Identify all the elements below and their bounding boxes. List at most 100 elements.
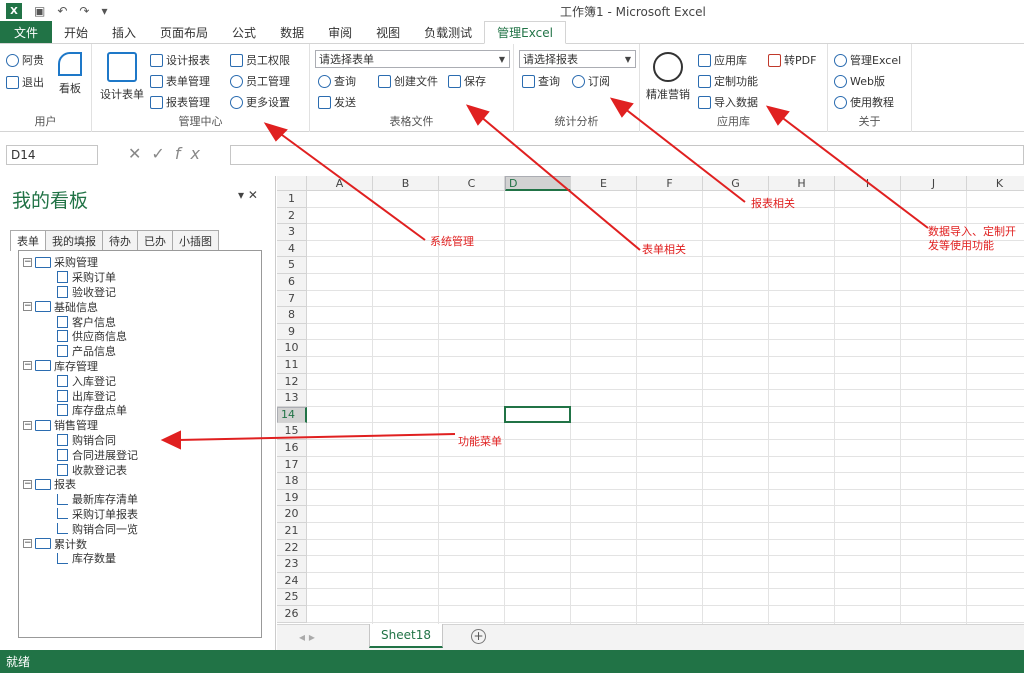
report-query-button[interactable]: 查询	[522, 73, 560, 89]
row-header[interactable]: 11	[277, 357, 307, 374]
customize-chevron-icon[interactable]: ▾	[101, 4, 107, 18]
tree-item[interactable]: 客户信息	[19, 314, 261, 329]
form-select[interactable]: 请选择表单 ▼	[315, 50, 510, 68]
row-header[interactable]: 24	[277, 572, 307, 590]
collapse-icon[interactable]: −	[23, 257, 32, 267]
collapse-icon[interactable]: −	[23, 539, 32, 549]
undo-icon[interactable]: ↶	[57, 4, 67, 18]
row-header[interactable]: 3	[277, 224, 307, 241]
design-report-button[interactable]: 设计报表	[150, 52, 210, 68]
tab-file[interactable]: 文件	[0, 21, 52, 43]
collapse-icon[interactable]: −	[23, 361, 32, 371]
tab-home[interactable]: 开始	[52, 21, 100, 43]
tab-manage-excel[interactable]: 管理Excel	[484, 21, 566, 44]
row-header[interactable]: 23	[277, 556, 307, 573]
tree-group[interactable]: − 累计数	[19, 536, 261, 551]
manage-excel-button[interactable]: 管理Excel	[834, 52, 901, 68]
row-header[interactable]: 19	[277, 489, 307, 507]
to-pdf-button[interactable]: 转PDF	[768, 52, 816, 68]
add-sheet-icon[interactable]: +	[471, 629, 486, 644]
save-button[interactable]: 保存	[448, 73, 486, 89]
active-cell[interactable]	[504, 405, 571, 424]
collapse-icon[interactable]: −	[23, 420, 32, 430]
tree-item[interactable]: 验收登记	[19, 285, 261, 300]
panel-tab-widgets[interactable]: 小插图	[172, 230, 219, 250]
row-header[interactable]: 7	[277, 290, 307, 308]
form-query-button[interactable]: 查询	[318, 73, 356, 89]
panel-tab-todo[interactable]: 待办	[102, 230, 138, 250]
logout-button[interactable]: 退出	[6, 74, 44, 90]
tab-formulas[interactable]: 公式	[220, 21, 268, 43]
row-header[interactable]: 12	[277, 373, 307, 391]
panel-tab-forms[interactable]: 表单	[10, 230, 46, 251]
formula-input[interactable]	[230, 145, 1024, 165]
column-header[interactable]: J	[901, 176, 967, 191]
column-header[interactable]: C	[439, 176, 505, 191]
user-button[interactable]: 阿贵	[6, 52, 44, 68]
column-header[interactable]: G	[703, 176, 769, 191]
row-header[interactable]: 13	[277, 390, 307, 407]
row-header[interactable]: 5	[277, 257, 307, 274]
send-button[interactable]: 发送	[318, 94, 356, 110]
row-header[interactable]: 2	[277, 207, 307, 225]
row-header[interactable]: 18	[277, 473, 307, 490]
row-header[interactable]: 4	[277, 240, 307, 258]
column-header[interactable]: E	[571, 176, 637, 191]
tree-item[interactable]: 库存盘点单	[19, 403, 261, 418]
tree-item[interactable]: 合同进展登记	[19, 447, 261, 462]
tree-item[interactable]: 库存数量	[19, 551, 261, 566]
row-header[interactable]: 17	[277, 456, 307, 474]
tree-item[interactable]: 购销合同一览	[19, 521, 261, 536]
save-icon[interactable]: ▣	[34, 4, 45, 18]
tree-item[interactable]: 最新库存清单	[19, 492, 261, 507]
tree-item[interactable]: 出库登记	[19, 388, 261, 403]
column-header[interactable]: D	[505, 176, 571, 191]
column-header[interactable]: A	[307, 176, 373, 191]
tree-group[interactable]: − 库存管理	[19, 359, 261, 374]
tree-group[interactable]: − 报表	[19, 477, 261, 492]
web-version-button[interactable]: Web版	[834, 73, 885, 89]
row-header[interactable]: 26	[277, 606, 307, 623]
subscribe-button[interactable]: 订阅	[572, 73, 610, 89]
row-header[interactable]: 25	[277, 589, 307, 606]
staff-permission-button[interactable]: 员工权限	[230, 52, 290, 68]
tab-data[interactable]: 数据	[268, 21, 316, 43]
design-form-button[interactable]: 设计表单	[100, 52, 144, 102]
panel-close-icon[interactable]: ▾ ✕	[238, 188, 258, 202]
tab-page-layout[interactable]: 页面布局	[148, 21, 220, 43]
column-header[interactable]: H	[769, 176, 835, 191]
redo-icon[interactable]: ↷	[79, 4, 89, 18]
app-library-button[interactable]: 应用库	[698, 52, 747, 68]
tree-group[interactable]: − 销售管理	[19, 418, 261, 433]
precision-marketing-button[interactable]: 精准营销	[646, 52, 690, 102]
select-all-corner[interactable]	[277, 176, 307, 191]
tree-item[interactable]: 入库登记	[19, 373, 261, 388]
sheet-nav-arrows-icon[interactable]: ◂ ▸	[299, 630, 315, 644]
row-header[interactable]: 22	[277, 539, 307, 557]
row-header[interactable]: 10	[277, 340, 307, 357]
panel-tab-my-submissions[interactable]: 我的填报	[45, 230, 103, 250]
row-header[interactable]: 15	[277, 423, 307, 440]
tab-review[interactable]: 审阅	[316, 21, 364, 43]
tree-item[interactable]: 购销合同	[19, 433, 261, 448]
row-header[interactable]: 20	[277, 506, 307, 523]
column-header[interactable]: B	[373, 176, 439, 191]
tree-item[interactable]: 收款登记表	[19, 462, 261, 477]
tree-item[interactable]: 供应商信息	[19, 329, 261, 344]
staff-manage-button[interactable]: 员工管理	[230, 73, 290, 89]
row-header[interactable]: 9	[277, 323, 307, 341]
custom-function-button[interactable]: 定制功能	[698, 73, 758, 89]
row-header[interactable]: 1	[277, 191, 307, 208]
tree-item[interactable]: 采购订单报表	[19, 507, 261, 522]
form-manage-button[interactable]: 表单管理	[150, 73, 210, 89]
panel-tab-done[interactable]: 已办	[137, 230, 173, 250]
name-box[interactable]: D14	[6, 145, 98, 165]
dashboard-button[interactable]: 看板	[58, 52, 82, 96]
row-header[interactable]: 8	[277, 307, 307, 324]
tree-item[interactable]: 采购订单	[19, 270, 261, 285]
collapse-icon[interactable]: −	[23, 479, 32, 489]
report-select[interactable]: 请选择报表 ▼	[519, 50, 636, 68]
report-manage-button[interactable]: 报表管理	[150, 94, 210, 110]
fx-icon[interactable]: fx	[175, 144, 210, 163]
column-header[interactable]: F	[637, 176, 703, 191]
